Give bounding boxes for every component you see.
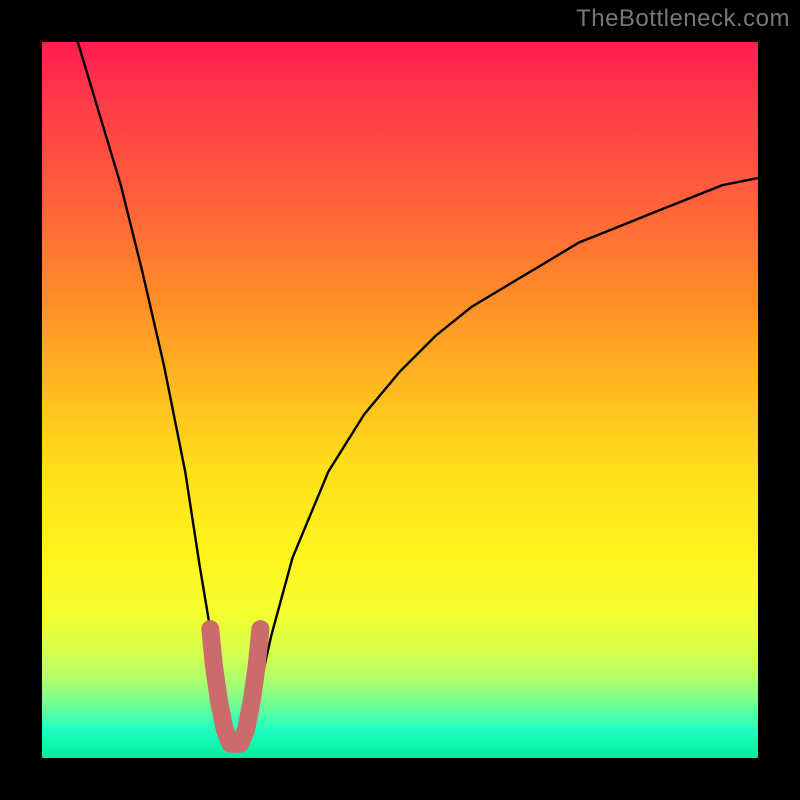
plot-area bbox=[42, 42, 758, 758]
watermark-text: TheBottleneck.com bbox=[576, 5, 790, 33]
valley-highlight-path bbox=[210, 629, 260, 744]
chart-frame: TheBottleneck.com bbox=[0, 0, 800, 800]
bottleneck-curve-path bbox=[78, 42, 758, 751]
curve-layer bbox=[42, 42, 758, 758]
